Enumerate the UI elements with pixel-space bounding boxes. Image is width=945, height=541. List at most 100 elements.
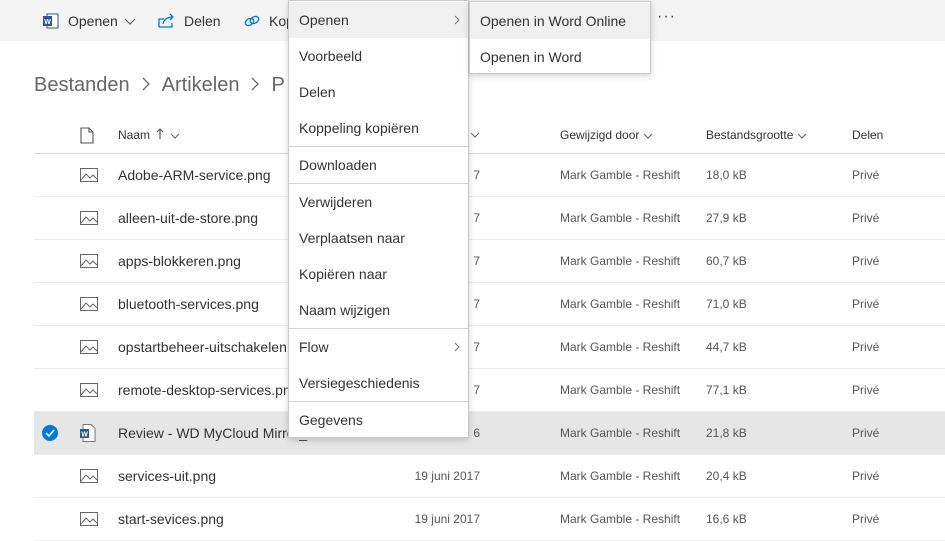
chevron-down-icon — [170, 128, 180, 142]
word-document-icon: W — [80, 412, 102, 454]
file-name[interactable]: opstartbeheer-uitschakelen — [118, 326, 308, 368]
chevron-down-icon — [797, 128, 807, 142]
file-sharing: Privé — [852, 168, 880, 182]
file-modified-by: Mark Gamble - Reshift — [560, 426, 681, 440]
column-header-modified-by-label: Gewijzigd door — [560, 128, 640, 142]
file-sharing: Privé — [852, 383, 880, 397]
file-row[interactable]: apps-blokkeren.png 7 Mark Gamble - Reshift… — [34, 240, 945, 283]
file-size: 44,7 kB — [706, 340, 747, 354]
file-name[interactable]: apps-blokkeren.png — [118, 240, 308, 282]
menu-item-open[interactable]: Openen — [289, 2, 468, 38]
file-row[interactable]: opstartbeheer-uitschakelen 7 Mark Gamble -… — [34, 326, 945, 369]
column-header-sharing-label: Delen — [852, 128, 884, 142]
menu-item-label: Delen — [299, 84, 336, 100]
share-button[interactable]: Delen — [158, 0, 221, 41]
row-select-checkbox[interactable] — [42, 498, 68, 540]
menu-item-label: Koppeling kopiëren — [299, 120, 419, 136]
file-name[interactable]: services-uit.png — [118, 455, 308, 497]
menu-item-share[interactable]: Delen — [289, 74, 468, 110]
open-submenu: Openen in Word Online Openen in Word — [469, 1, 651, 74]
menu-item-delete[interactable]: Verwijderen — [289, 184, 468, 220]
image-file-icon — [80, 283, 102, 325]
file-row[interactable]: alleen-uit-de-store.png 7 Mark Gamble - Re… — [34, 197, 945, 240]
menu-item-label: Downloaden — [299, 157, 377, 173]
file-name[interactable]: remote-desktop-services.pn — [118, 369, 308, 411]
column-header-name[interactable]: Naam — [118, 117, 308, 153]
word-icon: W — [42, 12, 60, 30]
column-header-size[interactable]: Bestandsgrootte — [706, 117, 826, 153]
file-modified-by: Mark Gamble - Reshift — [560, 297, 681, 311]
file-row[interactable]: remote-desktop-services.pn 7 Mark Gamble -… — [34, 369, 945, 412]
share-button-label: Delen — [184, 12, 221, 29]
chevron-down-icon — [124, 13, 136, 29]
row-select-checkbox[interactable] — [42, 283, 68, 325]
file-row[interactable]: bluetooth-services.png 7 Mark Gamble - Res… — [34, 283, 945, 326]
menu-item-details[interactable]: Gegevens — [289, 402, 468, 438]
file-row[interactable]: W Review - WD MyCloud Mirror_ 6 Mark Gamble… — [34, 412, 945, 455]
share-icon — [158, 12, 176, 30]
sort-ascending-icon — [156, 127, 164, 143]
open-button-label: Openen — [68, 12, 118, 29]
file-modified-by: Mark Gamble - Reshift — [560, 168, 681, 182]
image-file-icon — [80, 498, 102, 540]
breadcrumb-item-current[interactable]: P — [271, 74, 284, 97]
row-select-checkbox[interactable] — [42, 326, 68, 368]
file-name[interactable]: alleen-uit-de-store.png — [118, 197, 308, 239]
list-header: Naam Gewijzigd door Bestandsgrootte Dele… — [34, 117, 945, 154]
file-size: 27,9 kB — [706, 211, 747, 225]
copy-link-button[interactable]: Kop — [243, 0, 294, 41]
menu-item-copy-link[interactable]: Koppeling kopiëren — [289, 110, 468, 146]
chevron-right-icon — [454, 2, 460, 38]
file-sharing: Privé — [852, 211, 880, 225]
chevron-right-icon — [142, 75, 150, 96]
breadcrumb-item-articles[interactable]: Artikelen — [162, 74, 240, 97]
column-header-modified-chevron[interactable] — [470, 117, 480, 153]
file-row[interactable]: Adobe-ARM-service.png 7 Mark Gamble - Resh… — [34, 154, 945, 197]
row-select-checkbox[interactable] — [42, 197, 68, 239]
file-row[interactable]: start-sevices.png 19 juni 2017 Mark Gamble… — [34, 498, 945, 541]
file-size: 20,4 kB — [706, 469, 747, 483]
column-header-sharing[interactable]: Delen — [852, 117, 942, 153]
menu-item-label: Voorbeeld — [299, 48, 363, 64]
more-options-button[interactable]: ··· — [657, 8, 676, 26]
menu-item-rename[interactable]: Naam wijzigen — [289, 292, 468, 328]
file-name[interactable]: Adobe-ARM-service.png — [118, 154, 308, 196]
menu-item-download[interactable]: Downloaden — [289, 147, 468, 183]
file-modified-by: Mark Gamble - Reshift — [560, 254, 681, 268]
chevron-right-icon — [454, 329, 460, 365]
row-select-checkbox[interactable] — [42, 369, 68, 411]
row-select-checkbox[interactable] — [42, 240, 68, 282]
file-sharing: Privé — [852, 254, 880, 268]
file-sharing: Privé — [852, 512, 880, 526]
open-button[interactable]: W Openen — [42, 0, 136, 41]
svg-text:W: W — [44, 19, 51, 26]
file-type-header-icon[interactable] — [80, 117, 102, 153]
menu-item-label: Kopiëren naar — [299, 266, 387, 282]
menu-item-move-to[interactable]: Verplaatsen naar — [289, 220, 468, 256]
file-modified: 19 juni 2017 — [414, 512, 480, 526]
row-select-checkbox[interactable] — [42, 154, 68, 196]
menu-item-open-in-word-online[interactable]: Openen in Word Online — [470, 3, 650, 39]
file-name[interactable]: Review - WD MyCloud Mirror_ — [118, 412, 308, 454]
file-name[interactable]: bluetooth-services.png — [118, 283, 308, 325]
menu-item-label: Versiegeschiedenis — [299, 375, 420, 391]
breadcrumb-item-files[interactable]: Bestanden — [34, 74, 130, 97]
column-header-modified-by[interactable]: Gewijzigd door — [560, 117, 700, 153]
breadcrumb: Bestanden Artikelen P — [34, 74, 285, 97]
column-header-name-label: Naam — [118, 128, 151, 142]
file-list: Naam Gewijzigd door Bestandsgrootte Dele… — [34, 117, 945, 541]
link-icon — [243, 12, 261, 30]
menu-item-flow[interactable]: Flow — [289, 329, 468, 365]
row-select-checkbox[interactable] — [42, 412, 68, 454]
menu-item-open-in-word[interactable]: Openen in Word — [470, 39, 650, 75]
file-row[interactable]: services-uit.png 19 juni 2017 Mark Gamble … — [34, 455, 945, 498]
menu-item-copy-to[interactable]: Kopiëren naar — [289, 256, 468, 292]
file-name[interactable]: start-sevices.png — [118, 498, 308, 540]
file-size: 16,6 kB — [706, 512, 747, 526]
svg-text:W: W — [81, 432, 88, 439]
menu-item-label: Naam wijzigen — [299, 302, 391, 318]
image-file-icon — [80, 326, 102, 368]
row-select-checkbox[interactable] — [42, 455, 68, 497]
menu-item-preview[interactable]: Voorbeeld — [289, 38, 468, 74]
menu-item-version-history[interactable]: Versiegeschiedenis — [289, 365, 468, 401]
